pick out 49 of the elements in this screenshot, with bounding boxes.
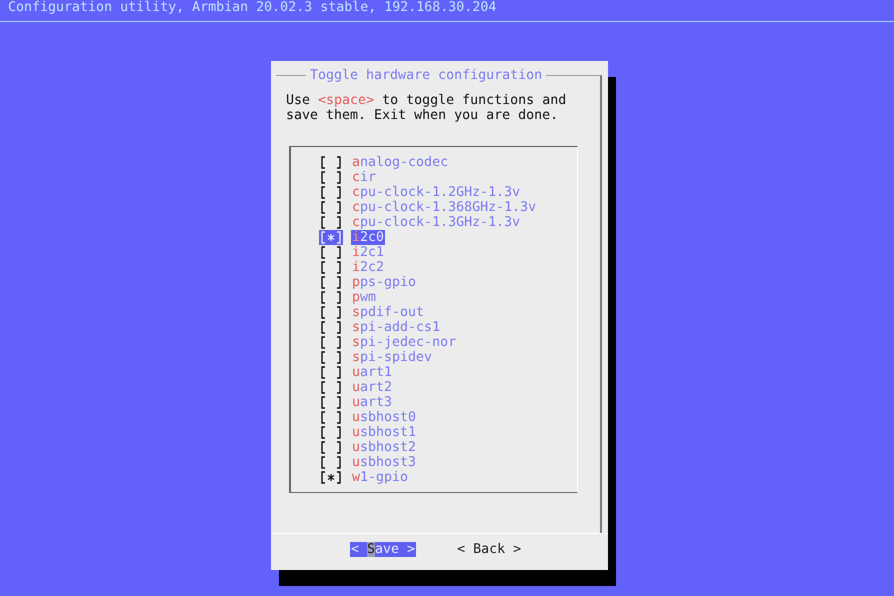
checkbox[interactable] xyxy=(319,425,343,440)
checkbox[interactable] xyxy=(319,470,343,485)
checkbox[interactable] xyxy=(319,380,343,395)
checkbox[interactable] xyxy=(319,260,343,275)
list-item-label[interactable]: spi-add-cs1 xyxy=(351,320,442,335)
checkbox[interactable] xyxy=(319,275,343,290)
dialog-button[interactable]: < Save > xyxy=(350,542,416,557)
list-item-label[interactable]: cpu-clock-1.368GHz-1.3v xyxy=(351,200,538,215)
list-item-label[interactable]: spi-jedec-nor xyxy=(351,335,458,350)
dialog-button[interactable]: < Back > xyxy=(456,542,522,557)
list-item-label[interactable]: uart3 xyxy=(351,395,394,410)
list-item-label[interactable]: usbhost0 xyxy=(351,410,418,425)
list-item-label[interactable]: usbhost2 xyxy=(351,440,418,455)
checkbox[interactable] xyxy=(319,395,343,410)
checkbox[interactable] xyxy=(319,290,343,305)
list-item-label[interactable]: cpu-clock-1.2GHz-1.3v xyxy=(351,185,522,200)
list-item-label[interactable]: cir xyxy=(351,170,378,185)
checkbox[interactable] xyxy=(319,365,343,380)
checkbox[interactable] xyxy=(319,320,343,335)
checkbox[interactable] xyxy=(319,200,343,215)
list-item-label[interactable]: w1-gpio xyxy=(351,470,410,485)
checkbox[interactable] xyxy=(319,350,343,365)
list-item-label[interactable]: cpu-clock-1.3GHz-1.3v xyxy=(351,215,522,230)
list-item-label[interactable]: pwm xyxy=(351,290,378,305)
checkbox[interactable] xyxy=(319,305,343,320)
instruction-text: Use <space> to toggle functions and save them. Exit when you are done. xyxy=(286,93,568,123)
list-item-label[interactable]: analog-codec xyxy=(351,155,450,170)
checkbox[interactable] xyxy=(319,215,343,230)
list-item-label[interactable]: i2c0 xyxy=(351,230,386,245)
list-item-label[interactable]: usbhost3 xyxy=(351,455,418,470)
list-item-label[interactable]: pps-gpio xyxy=(351,275,418,290)
list-item-label[interactable]: spdif-out xyxy=(351,305,426,320)
window-title: Configuration utility, Armbian 20.02.3 stable, 192.168.30.204 xyxy=(8,0,496,15)
checkbox[interactable] xyxy=(319,440,343,455)
checkbox[interactable] xyxy=(319,410,343,425)
checkbox[interactable] xyxy=(319,170,343,185)
list-item-label[interactable]: uart2 xyxy=(351,380,394,395)
checkbox[interactable] xyxy=(319,185,343,200)
list-item-label[interactable]: i2c1 xyxy=(351,245,386,260)
checkbox[interactable] xyxy=(319,230,343,245)
checkbox[interactable] xyxy=(319,245,343,260)
checkbox[interactable] xyxy=(319,455,343,470)
checkbox[interactable] xyxy=(319,155,343,170)
list-item-label[interactable]: usbhost1 xyxy=(351,425,418,440)
list-item-label[interactable]: uart1 xyxy=(351,365,394,380)
dialog-title: Toggle hardware configuration xyxy=(309,68,544,83)
list-item-label[interactable]: spi-spidev xyxy=(351,350,434,365)
checkbox[interactable] xyxy=(319,335,343,350)
list-item-label[interactable]: i2c2 xyxy=(351,260,386,275)
